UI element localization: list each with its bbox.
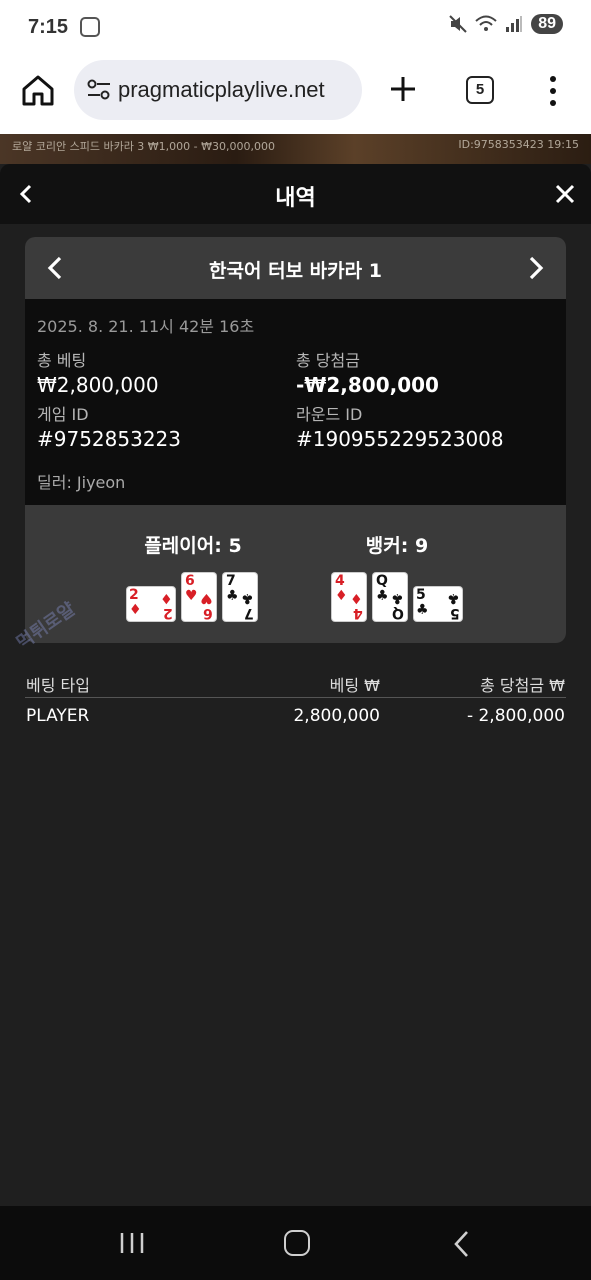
banker-card-rank: 5 [416,587,426,603]
table-row: PLAYER 2,800,000 - 2,800,000 [25,698,566,732]
new-tab-icon[interactable] [388,74,418,104]
home-button[interactable] [284,1230,310,1256]
tab-switcher-button[interactable]: 5 [466,76,494,104]
game-strip-id: ID:9758353423 19:15 [458,138,579,151]
banker-score: 뱅커: 9 [365,535,429,557]
player-card-rank: 2 [129,587,139,603]
banker-card-rank: Q [376,573,388,589]
next-round-icon[interactable] [528,256,544,280]
site-settings-icon[interactable] [86,78,112,102]
banker-card-suit: ♣ [447,590,460,606]
status-bar: 7:15 89 [0,0,591,56]
banker-card: 5 ♣ 5 ♣ [414,587,462,621]
screenshot-indicator-icon [80,17,100,37]
browser-toolbar: pragmaticplaylive.net 5 [0,56,591,134]
game-id-value: #9752853223 [37,427,182,451]
battery-badge: 89 [531,14,563,34]
player-card-suit: ♦ [129,602,142,618]
game-id-label: 게임 ID [37,405,89,424]
address-bar[interactable]: pragmaticplaylive.net [74,60,362,120]
round-datetime: 2025. 8. 21. 11시 42분 16초 [37,317,255,336]
banker-card-rank: 5 [450,605,460,621]
back-icon[interactable] [452,1230,472,1258]
player-card-rank: 7 [226,573,236,589]
col-bet-amount: 베팅 ₩ [329,676,380,695]
home-icon[interactable] [20,72,56,108]
url-text: pragmaticplaylive.net [118,77,325,102]
col-bet-type: 베팅 타입 [26,676,90,695]
bet-table: 베팅 타입 베팅 ₩ 총 당첨금 ₩ PLAYER 2,800,000 - 2,… [25,668,566,732]
player-card-rank: 6 [185,573,195,589]
game-strip: 로얄 코리안 스피드 바카라 3 ₩1,000 - ₩30,000,000 ID… [0,134,591,164]
col-total-win: 총 당첨금 ₩ [480,676,565,695]
banker-card-suit: ♣ [391,590,404,606]
round-info: 2025. 8. 21. 11시 42분 16초 총 베팅 ₩2,800,000… [25,299,566,505]
player-card-rank: 2 [163,605,173,621]
banker-card: Q ♣ Q ♣ [373,573,407,621]
recent-apps-icon[interactable] [118,1232,146,1254]
mute-icon [449,15,467,33]
banker-card-rank: Q [392,605,404,621]
total-bet-label: 총 베팅 [37,351,87,370]
round-card-header: 한국어 터보 바카라 1 [25,237,566,299]
banker-card-suit: ♣ [376,588,389,604]
history-panel-header: 내역 [0,164,591,224]
player-card-suit: ♦ [160,590,173,606]
player-card-suit: ♥ [185,588,198,604]
panel-title: 내역 [275,186,316,211]
total-win-label: 총 당첨금 [296,351,360,370]
signal-icon [506,16,523,32]
player-card-suit: ♥ [200,590,213,606]
wifi-icon [475,15,497,31]
total-bet-value: ₩2,800,000 [37,373,159,397]
cell-bet-type: PLAYER [26,706,90,726]
total-win-value: -₩2,800,000 [296,373,439,397]
banker-card-rank: 4 [335,573,345,589]
round-id-value: #190955229523008 [296,427,504,451]
banker-card-suit: ♦ [335,588,348,604]
player-card-suit: ♣ [241,590,254,606]
banker-card-rank: 4 [353,605,363,621]
cell-total-win: - 2,800,000 [466,706,565,726]
game-strip-info: 로얄 코리안 스피드 바카라 3 ₩1,000 - ₩30,000,000 [12,140,275,153]
round-card: 한국어 터보 바카라 1 2025. 8. 21. 11시 42분 16초 총 … [25,237,566,643]
banker-card-suit: ♣ [416,602,429,618]
round-id-label: 라운드 ID [296,405,363,424]
dealer-name: 딜러: Jiyeon [37,473,126,492]
player-score: 플레이어: 5 [144,535,242,557]
more-menu-icon[interactable] [545,74,561,108]
banker-card: 4 ♦ 4 ♦ [332,573,366,621]
player-card: 6 ♥ 6 ♥ [182,573,216,621]
game-title: 한국어 터보 바카라 1 [209,260,382,282]
player-card: 7 ♣ 7 ♣ [223,573,257,621]
player-card: 2 ♦ 2 ♦ [127,587,175,621]
player-card-rank: 7 [244,605,254,621]
player-card-rank: 6 [203,605,213,621]
player-card-suit: ♣ [226,588,239,604]
close-icon[interactable] [555,184,575,204]
table-header: 베팅 타입 베팅 ₩ 총 당첨금 ₩ [25,668,566,698]
round-result: 플레이어: 5 뱅커: 9 2 ♦ 2 ♦ 6 ♥ 6 ♥ 7 ♣ 7 ♣ 4 ♦ 4 ♦ Q ♣ Q ♣ 5 ♣ 5 ♣ [25,505,566,643]
system-nav-bar [0,1206,591,1280]
status-time: 7:15 [28,16,69,38]
status-icons: 89 [449,14,563,34]
banker-card-suit: ♦ [350,590,363,606]
cell-bet-amount: 2,800,000 [293,706,380,726]
